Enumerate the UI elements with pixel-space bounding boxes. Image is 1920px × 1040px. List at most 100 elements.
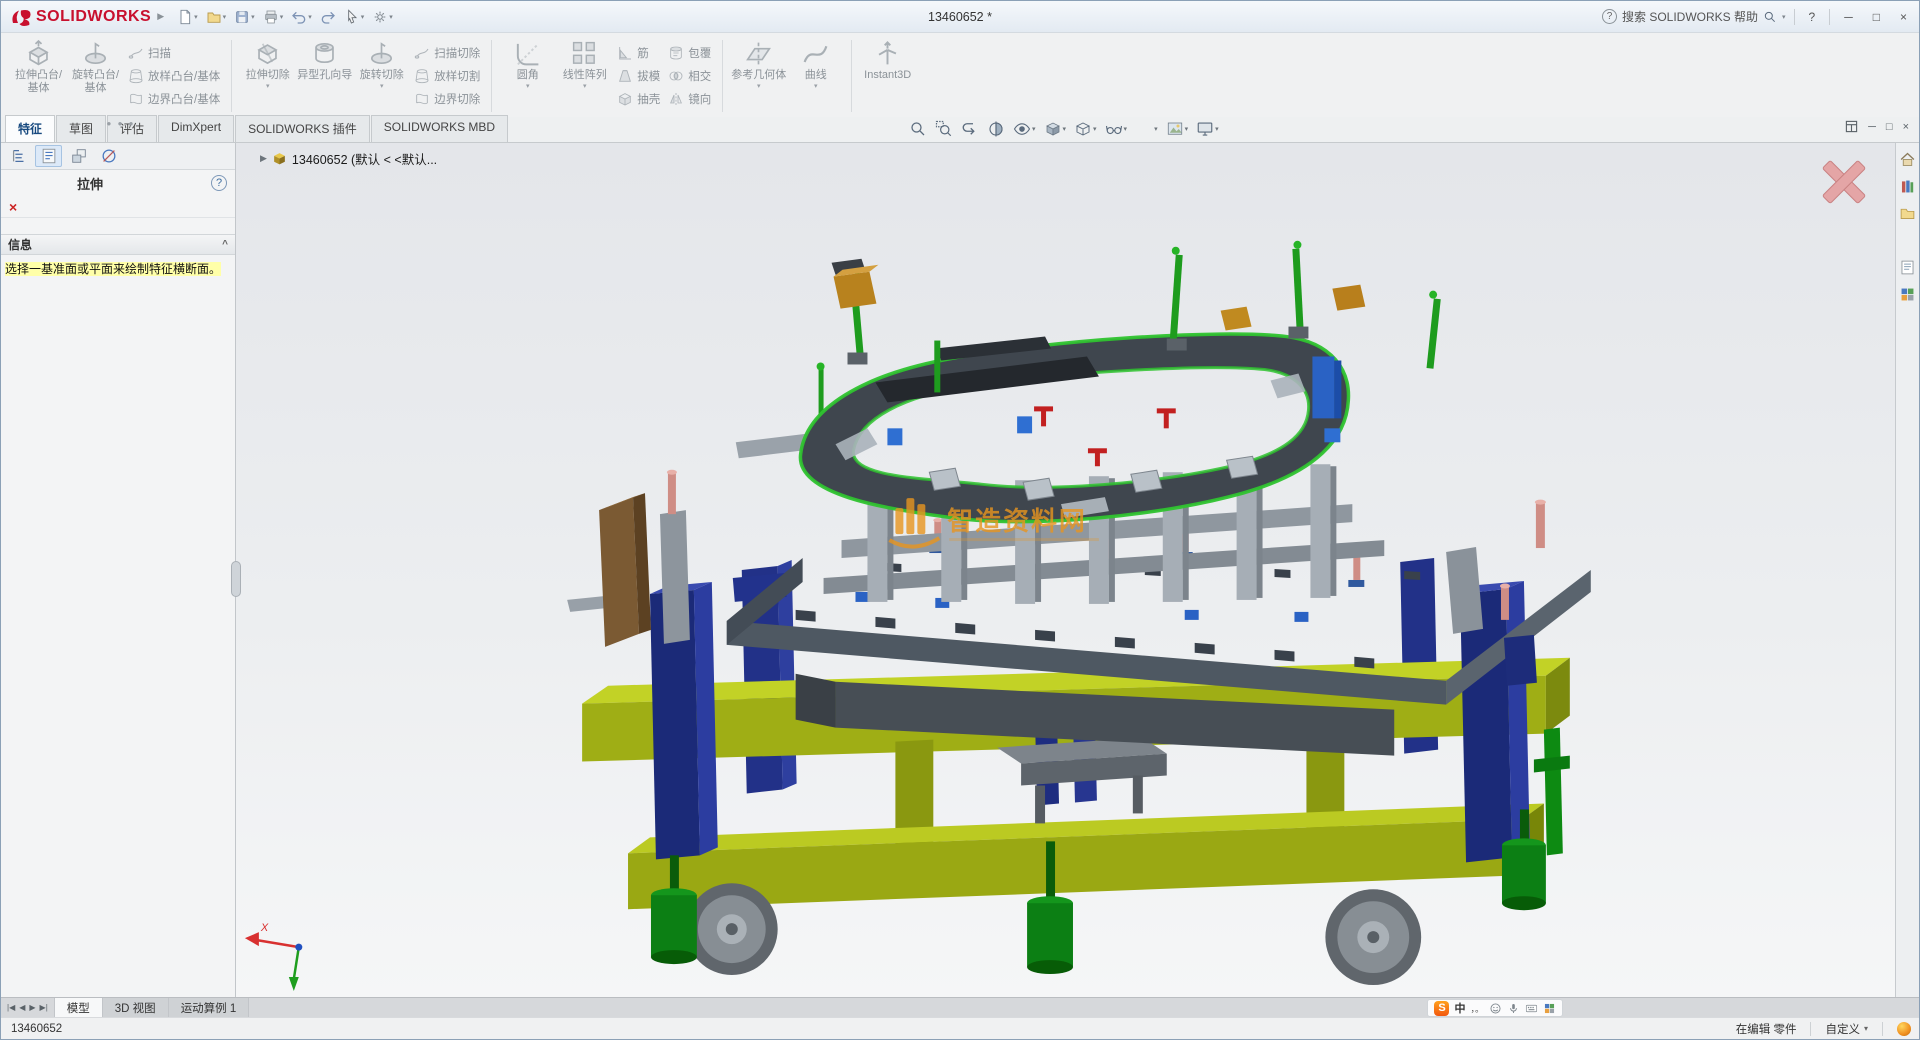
status-ball-icon[interactable] (1897, 1022, 1911, 1036)
shell-button[interactable]: 抽壳 (613, 87, 664, 110)
ime-mic-icon[interactable] (1507, 1002, 1520, 1015)
doc-restore-button[interactable]: □ (1886, 121, 1893, 133)
menu-expand-icon[interactable]: ▶ (157, 11, 164, 22)
scene-icon (1166, 120, 1184, 138)
doc-minimize-button[interactable]: ─ (1868, 121, 1876, 133)
edit-appearance-button[interactable]: ▾ (1132, 119, 1161, 139)
ime-language-toggle[interactable]: 中 (1454, 1000, 1465, 1016)
tab-features[interactable]: 特征 (5, 115, 55, 142)
feature-manager-tab[interactable] (5, 145, 32, 167)
appearances-icon[interactable] (1899, 232, 1916, 249)
boundary-boss-button[interactable]: 边界凸台/基体 (124, 87, 224, 110)
pm-help-icon[interactable]: ? (211, 175, 227, 191)
ime-punctuation-toggle[interactable]: ，。 (1470, 1002, 1484, 1015)
hole-wizard-button[interactable]: 异型孔向导 (296, 36, 353, 82)
tab-dimxpert[interactable]: DimXpert (158, 115, 234, 142)
display-manager-tab[interactable] (125, 145, 152, 167)
next-tab-button[interactable]: ▶ (29, 1003, 35, 1012)
display-style-button[interactable]: ▾ (1071, 119, 1100, 139)
info-section-header[interactable]: 信息 ^ (1, 234, 235, 255)
feature-tree-flyout[interactable]: ▶ 13460652 (默认 < <默认... (260, 149, 437, 168)
linear-pattern-button[interactable]: 线性阵列▾ (556, 36, 613, 91)
open-button[interactable]: ▾ (203, 7, 230, 27)
minimize-button[interactable]: ─ (1838, 10, 1859, 24)
dimxpert-manager-tab[interactable] (95, 145, 122, 167)
save-button[interactable]: ▾ (231, 7, 258, 27)
status-bar: 13460652 在编辑 零件 自定义 ▾ (1, 1017, 1919, 1039)
loft-button[interactable]: 放样凸台/基体 (124, 64, 224, 87)
custom-properties-icon[interactable] (1899, 259, 1916, 276)
tab-motion-study[interactable]: 运动算例 1 (169, 998, 250, 1017)
redo-button[interactable] (317, 7, 339, 27)
forum-icon[interactable] (1899, 286, 1916, 303)
status-custom-dropdown[interactable]: 自定义 ▾ (1825, 1021, 1868, 1037)
close-button[interactable]: × (1894, 10, 1913, 24)
section-view-button[interactable] (984, 119, 1008, 139)
rib-button[interactable]: 筋 (613, 41, 664, 64)
design-library-icon[interactable] (1899, 178, 1916, 195)
draft-button[interactable]: 拔模 (613, 64, 664, 87)
view-settings-button[interactable]: ▾ (1193, 119, 1222, 139)
tree-expand-icon[interactable]: ▶ (260, 153, 267, 164)
new-document-button[interactable]: ▾ (174, 7, 201, 27)
divider (1829, 9, 1830, 25)
zoom-fit-button[interactable] (906, 119, 930, 139)
restore-button[interactable]: □ (1867, 10, 1886, 24)
options-button[interactable]: ▾ (369, 7, 396, 27)
property-manager-tab[interactable] (35, 145, 62, 167)
extrude-boss-button[interactable]: 拉伸凸台/基体 (10, 36, 67, 94)
extrude-cut-button[interactable]: 拉伸切除▾ (239, 36, 296, 91)
tab-mbd[interactable]: SOLIDWORKS MBD (371, 115, 508, 142)
previous-view-button[interactable] (958, 119, 982, 139)
confirmation-corner-cancel[interactable] (1815, 153, 1873, 216)
first-tab-button[interactable]: |◀ (7, 1003, 15, 1012)
prev-tab-button[interactable]: ◀ (19, 1003, 25, 1012)
sogou-ime-icon[interactable]: S (1434, 1001, 1449, 1016)
last-tab-button[interactable]: ▶| (40, 1003, 48, 1012)
configuration-manager-tab[interactable] (65, 145, 92, 167)
undo-icon (291, 9, 307, 25)
tab-sketch[interactable]: 草图 (56, 115, 106, 142)
graphics-area[interactable]: 智造资料网 X ▶ 13460652 (默认 < <默认... (236, 143, 1895, 997)
tab-model[interactable]: 模型 (55, 998, 103, 1017)
annotation-visibility-button[interactable]: ▾ (1010, 119, 1039, 139)
sweep-button[interactable]: 扫描 (124, 41, 224, 64)
instant3d-button[interactable]: Instant3D (859, 36, 916, 82)
save-icon (234, 9, 250, 25)
panel-grip[interactable]: ● ● ● (101, 119, 141, 128)
view-orientation-button[interactable]: ▾ (1041, 119, 1070, 139)
zoom-area-button[interactable] (932, 119, 956, 139)
wrap-button[interactable]: 包覆 (664, 41, 715, 64)
hide-show-items-button[interactable]: ▾ (1102, 119, 1131, 139)
sweep-cut-button[interactable]: 扫描切除 (410, 41, 484, 64)
intersect-button[interactable]: 相交 (664, 64, 715, 87)
ribbon-group-boss: 拉伸凸台/基体 旋转凸台/基体 扫描 放样凸台/基体 边界凸台/基体 (5, 36, 229, 116)
print-button[interactable]: ▾ (260, 7, 287, 27)
file-explorer-icon[interactable] (1899, 205, 1916, 222)
doc-close-button[interactable]: × (1903, 121, 1909, 133)
apply-scene-button[interactable]: ▾ (1163, 119, 1192, 139)
curves-button[interactable]: 曲线▾ (787, 36, 844, 91)
ime-toolbox-icon[interactable] (1543, 1002, 1556, 1015)
select-button[interactable]: ▾ (341, 7, 368, 27)
reference-geometry-button[interactable]: 参考几何体▾ (730, 36, 787, 91)
pm-cancel-button[interactable]: × (9, 200, 17, 214)
revolve-boss-button[interactable]: 旋转凸台/基体 (67, 36, 124, 94)
chevron-down-icon: ▾ (1864, 1024, 1868, 1033)
help-search[interactable]: ? 搜索 SOLIDWORKS 帮助 ▾ (1602, 8, 1786, 25)
model-3d-fixture-cart[interactable]: 智造资料网 X (236, 143, 1895, 997)
loft-cut-button[interactable]: 放样切割 (410, 64, 484, 87)
ime-emoji-icon[interactable] (1489, 1002, 1502, 1015)
boundary-cut-button[interactable]: 边界切除 (410, 87, 484, 110)
tile-windows-icon[interactable] (1845, 120, 1858, 133)
undo-button[interactable]: ▾ (288, 7, 315, 27)
ime-keyboard-icon[interactable] (1525, 1002, 1538, 1015)
help-button[interactable]: ? (1803, 10, 1822, 24)
resources-home-icon[interactable] (1899, 151, 1916, 168)
fillet-button[interactable]: 圆角▾ (499, 36, 556, 91)
tab-3d-views[interactable]: 3D 视图 (103, 998, 169, 1017)
mirror-button[interactable]: 镜向 (664, 87, 715, 110)
panel-splitter-handle[interactable] (231, 561, 241, 597)
tab-addins[interactable]: SOLIDWORKS 插件 (235, 115, 370, 142)
revolve-cut-button[interactable]: 旋转切除▾ (353, 36, 410, 91)
